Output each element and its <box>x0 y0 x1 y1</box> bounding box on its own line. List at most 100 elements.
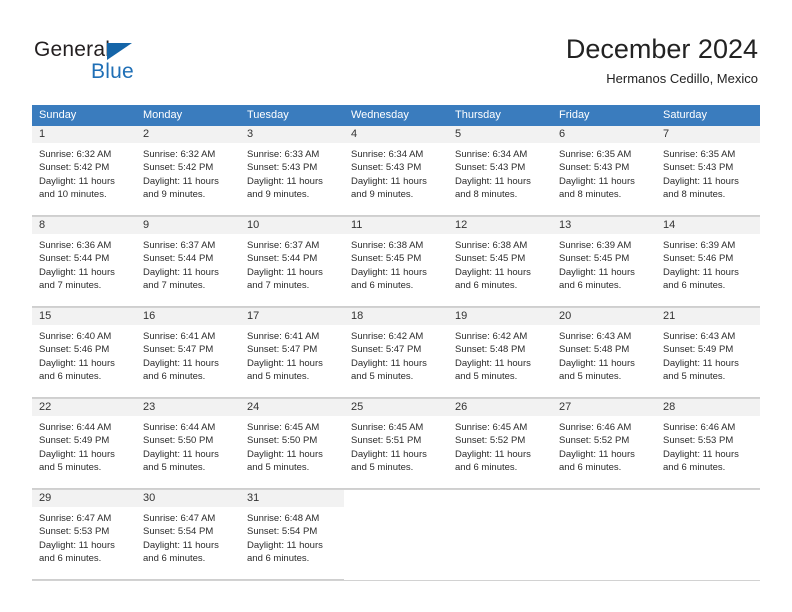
day-number: 29 <box>32 490 136 507</box>
day-number: 31 <box>240 490 344 507</box>
day-details: Sunrise: 6:42 AM Sunset: 5:48 PM Daylight:… <box>448 325 552 384</box>
sunset-text: Sunset: 5:51 PM <box>351 435 422 447</box>
sunset-text: Sunset: 5:54 PM <box>247 526 318 538</box>
day-cell[interactable]: 26 Sunrise: 6:45 AM Sunset: 5:52 PM Dayligh… <box>448 399 552 489</box>
sunrise-text: Sunrise: 6:43 AM <box>663 331 736 342</box>
day-number: 23 <box>136 399 240 416</box>
day-cell[interactable]: 28 Sunrise: 6:46 AM Sunset: 5:53 PM Dayligh… <box>656 399 760 489</box>
weekday-header-monday: Monday <box>136 105 240 126</box>
day-details: Sunrise: 6:48 AM Sunset: 5:54 PM Daylight:… <box>240 507 344 566</box>
day-number: 24 <box>240 399 344 416</box>
day-number: 8 <box>32 217 136 234</box>
daylight-text: Daylight: 11 hours and 6 minutes. <box>663 448 739 474</box>
day-cell[interactable]: 17 Sunrise: 6:41 AM Sunset: 5:47 PM Dayligh… <box>240 308 344 398</box>
day-cell[interactable]: 27 Sunrise: 6:46 AM Sunset: 5:52 PM Dayligh… <box>552 399 656 489</box>
day-cell[interactable]: 31 Sunrise: 6:48 AM Sunset: 5:54 PM Dayligh… <box>240 490 344 580</box>
calendar-week-row: 29 Sunrise: 6:47 AM Sunset: 5:53 PM Dayligh… <box>32 489 760 581</box>
day-cell[interactable]: 5 Sunrise: 6:34 AM Sunset: 5:43 PM Daylight… <box>448 126 552 216</box>
day-cell[interactable]: 16 Sunrise: 6:41 AM Sunset: 5:47 PM Dayligh… <box>136 308 240 398</box>
day-cell[interactable]: 7 Sunrise: 6:35 AM Sunset: 5:43 PM Daylight… <box>656 126 760 216</box>
calendar-cell: 22 Sunrise: 6:44 AM Sunset: 5:49 PM Dayligh… <box>32 398 136 490</box>
day-cell[interactable]: 12 Sunrise: 6:38 AM Sunset: 5:45 PM Dayligh… <box>448 217 552 307</box>
day-details: Sunrise: 6:40 AM Sunset: 5:46 PM Daylight:… <box>32 325 136 384</box>
day-cell[interactable]: 30 Sunrise: 6:47 AM Sunset: 5:54 PM Dayligh… <box>136 490 240 580</box>
day-details: Sunrise: 6:42 AM Sunset: 5:47 PM Daylight:… <box>344 325 448 384</box>
sunset-text: Sunset: 5:46 PM <box>663 253 734 265</box>
calendar-cell: 23 Sunrise: 6:44 AM Sunset: 5:50 PM Dayligh… <box>136 398 240 490</box>
calendar-cell: 16 Sunrise: 6:41 AM Sunset: 5:47 PM Dayligh… <box>136 307 240 399</box>
day-details: Sunrise: 6:41 AM Sunset: 5:47 PM Daylight:… <box>136 325 240 384</box>
sunrise-text: Sunrise: 6:47 AM <box>143 513 216 524</box>
day-details: Sunrise: 6:35 AM Sunset: 5:43 PM Daylight:… <box>552 143 656 202</box>
calendar-cell: 21 Sunrise: 6:43 AM Sunset: 5:49 PM Dayligh… <box>656 307 760 399</box>
daylight-text: Daylight: 11 hours and 9 minutes. <box>351 175 427 201</box>
day-cell[interactable]: 9 Sunrise: 6:37 AM Sunset: 5:44 PM Daylight… <box>136 217 240 307</box>
daylight-text: Daylight: 11 hours and 10 minutes. <box>39 175 115 201</box>
day-number: 19 <box>448 308 552 325</box>
sunset-text: Sunset: 5:45 PM <box>351 253 422 265</box>
day-number: 16 <box>136 308 240 325</box>
sunset-text: Sunset: 5:49 PM <box>39 435 110 447</box>
day-number <box>656 490 760 507</box>
sunset-text: Sunset: 5:53 PM <box>39 526 110 538</box>
sunset-text: Sunset: 5:44 PM <box>39 253 110 265</box>
day-details: Sunrise: 6:46 AM Sunset: 5:53 PM Daylight:… <box>656 416 760 475</box>
sunrise-text: Sunrise: 6:39 AM <box>559 240 632 251</box>
day-cell[interactable]: 10 Sunrise: 6:37 AM Sunset: 5:44 PM Dayligh… <box>240 217 344 307</box>
daylight-text: Daylight: 11 hours and 5 minutes. <box>455 357 531 383</box>
day-cell[interactable]: 1 Sunrise: 6:32 AM Sunset: 5:42 PM Daylight… <box>32 126 136 216</box>
daylight-text: Daylight: 11 hours and 6 minutes. <box>39 539 115 565</box>
sunrise-text: Sunrise: 6:45 AM <box>455 422 528 433</box>
day-cell[interactable]: 2 Sunrise: 6:32 AM Sunset: 5:42 PM Daylight… <box>136 126 240 216</box>
day-cell[interactable]: 3 Sunrise: 6:33 AM Sunset: 5:43 PM Daylight… <box>240 126 344 216</box>
day-cell[interactable]: 18 Sunrise: 6:42 AM Sunset: 5:47 PM Dayligh… <box>344 308 448 398</box>
day-details: Sunrise: 6:35 AM Sunset: 5:43 PM Daylight:… <box>656 143 760 202</box>
weekday-header-wednesday: Wednesday <box>344 105 448 126</box>
calendar-cell: 27 Sunrise: 6:46 AM Sunset: 5:52 PM Dayligh… <box>552 398 656 490</box>
daylight-text: Daylight: 11 hours and 6 minutes. <box>455 266 531 292</box>
day-cell-empty <box>656 490 760 580</box>
day-number: 12 <box>448 217 552 234</box>
day-cell-empty <box>344 490 448 580</box>
sunrise-text: Sunrise: 6:44 AM <box>39 422 112 433</box>
daylight-text: Daylight: 11 hours and 6 minutes. <box>351 266 427 292</box>
page-subtitle: Hermanos Cedillo, Mexico <box>606 71 758 86</box>
day-details: Sunrise: 6:32 AM Sunset: 5:42 PM Daylight:… <box>32 143 136 202</box>
day-number: 4 <box>344 126 448 143</box>
daylight-text: Daylight: 11 hours and 5 minutes. <box>663 357 739 383</box>
sunset-text: Sunset: 5:44 PM <box>143 253 214 265</box>
day-cell[interactable]: 23 Sunrise: 6:44 AM Sunset: 5:50 PM Dayligh… <box>136 399 240 489</box>
sunset-text: Sunset: 5:46 PM <box>39 344 110 356</box>
day-cell[interactable]: 11 Sunrise: 6:38 AM Sunset: 5:45 PM Dayligh… <box>344 217 448 307</box>
daylight-text: Daylight: 11 hours and 5 minutes. <box>351 448 427 474</box>
sunrise-text: Sunrise: 6:45 AM <box>351 422 424 433</box>
calendar-cell <box>552 489 656 581</box>
calendar-week-row: 8 Sunrise: 6:36 AM Sunset: 5:44 PM Daylight… <box>32 216 760 308</box>
day-cell[interactable]: 22 Sunrise: 6:44 AM Sunset: 5:49 PM Dayligh… <box>32 399 136 489</box>
calendar-cell: 12 Sunrise: 6:38 AM Sunset: 5:45 PM Dayligh… <box>448 216 552 308</box>
day-cell[interactable]: 29 Sunrise: 6:47 AM Sunset: 5:53 PM Dayligh… <box>32 490 136 580</box>
logo-text-general: General <box>34 38 111 61</box>
sunrise-text: Sunrise: 6:38 AM <box>351 240 424 251</box>
day-cell[interactable]: 6 Sunrise: 6:35 AM Sunset: 5:43 PM Daylight… <box>552 126 656 216</box>
day-cell[interactable]: 13 Sunrise: 6:39 AM Sunset: 5:45 PM Dayligh… <box>552 217 656 307</box>
day-cell[interactable]: 15 Sunrise: 6:40 AM Sunset: 5:46 PM Dayligh… <box>32 308 136 398</box>
day-number: 20 <box>552 308 656 325</box>
day-cell[interactable]: 19 Sunrise: 6:42 AM Sunset: 5:48 PM Dayligh… <box>448 308 552 398</box>
day-cell[interactable]: 4 Sunrise: 6:34 AM Sunset: 5:43 PM Daylight… <box>344 126 448 216</box>
day-cell[interactable]: 20 Sunrise: 6:43 AM Sunset: 5:48 PM Dayligh… <box>552 308 656 398</box>
day-cell[interactable]: 21 Sunrise: 6:43 AM Sunset: 5:49 PM Dayligh… <box>656 308 760 398</box>
day-number: 15 <box>32 308 136 325</box>
day-number: 7 <box>656 126 760 143</box>
day-cell[interactable]: 8 Sunrise: 6:36 AM Sunset: 5:44 PM Daylight… <box>32 217 136 307</box>
calendar-cell: 13 Sunrise: 6:39 AM Sunset: 5:45 PM Dayligh… <box>552 216 656 308</box>
day-cell[interactable]: 24 Sunrise: 6:45 AM Sunset: 5:50 PM Dayligh… <box>240 399 344 489</box>
day-cell[interactable]: 14 Sunrise: 6:39 AM Sunset: 5:46 PM Dayligh… <box>656 217 760 307</box>
weekday-header-tuesday: Tuesday <box>240 105 344 126</box>
logo-text-blue: Blue <box>91 60 134 83</box>
daylight-text: Daylight: 11 hours and 8 minutes. <box>559 175 635 201</box>
day-cell[interactable]: 25 Sunrise: 6:45 AM Sunset: 5:51 PM Dayligh… <box>344 399 448 489</box>
day-number: 30 <box>136 490 240 507</box>
sunrise-text: Sunrise: 6:34 AM <box>351 149 424 160</box>
sunset-text: Sunset: 5:53 PM <box>663 435 734 447</box>
